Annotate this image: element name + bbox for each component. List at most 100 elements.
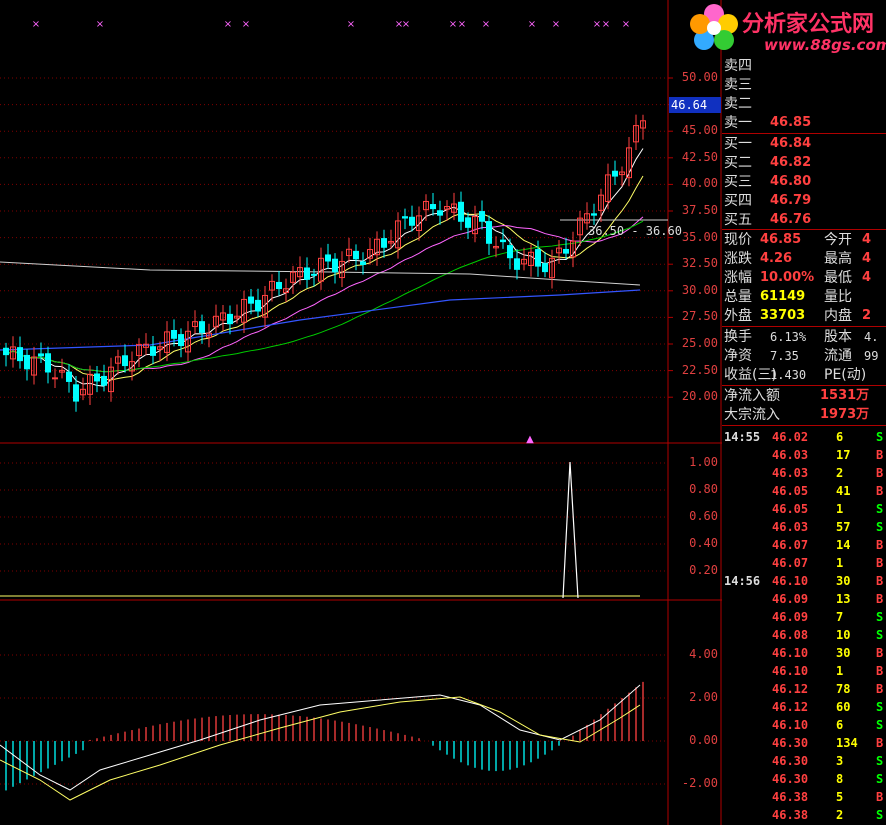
tick-volume: 1 — [836, 664, 844, 678]
tick-price: 46.10 — [772, 718, 809, 732]
stat-label: 外盘 — [724, 308, 752, 324]
signal-x-marker: × — [96, 19, 104, 30]
candle-body — [542, 263, 548, 273]
tick-price: 46.02 — [772, 430, 809, 444]
candle-body — [458, 201, 464, 222]
stat-value: 4 — [862, 232, 872, 247]
candle-body — [360, 261, 366, 265]
candle-body — [311, 273, 317, 276]
tick-side: B — [876, 484, 884, 498]
stat-label: 流通 — [824, 348, 852, 364]
tick-price: 46.10 — [772, 664, 809, 678]
tick-price: 46.07 — [772, 556, 809, 570]
tick-volume: 41 — [836, 484, 851, 498]
candle-body — [514, 258, 520, 270]
logo-title: 分析家公式网 — [742, 12, 875, 37]
tick-side: S — [876, 628, 884, 642]
quote-separator — [722, 229, 886, 230]
tick-volume: 5 — [836, 790, 844, 804]
signal-x-marker: × — [482, 19, 490, 30]
sell-level-label: 卖一 — [724, 115, 752, 131]
buy-level-price: 46.76 — [770, 212, 812, 227]
stat-label: 收益(三) — [724, 367, 777, 383]
macd-tick-label: 4.00 — [689, 647, 718, 661]
stat-value: 6.13% — [770, 330, 807, 344]
candle-body — [479, 211, 485, 222]
signal-x-marker: × — [224, 19, 232, 30]
candle-body — [150, 346, 156, 356]
tick-price: 46.05 — [772, 484, 809, 498]
candle-body — [73, 384, 79, 402]
tick-side: B — [876, 538, 884, 552]
tick-volume: 17 — [836, 448, 851, 462]
stat-label: 总量 — [724, 289, 752, 305]
candle-body — [52, 377, 58, 380]
tick-price: 46.10 — [772, 574, 809, 588]
price-tick-label: 37.50 — [681, 203, 718, 217]
price-tick-label: 25.00 — [681, 336, 718, 350]
buy-level-price: 46.79 — [770, 193, 812, 208]
tick-volume: 8 — [836, 772, 844, 786]
signal-spike — [562, 461, 579, 599]
stock-chart[interactable]: × × × × × ×× × × × × × × × ×▲ — [0, 0, 722, 825]
sell-level-label: 卖四 — [724, 58, 752, 74]
tick-price: 46.10 — [772, 646, 809, 660]
macd-tick-label: 0.00 — [689, 733, 718, 747]
stat-value: 46.85 — [760, 232, 802, 247]
candle-body — [122, 355, 128, 367]
tick-volume: 2 — [836, 466, 844, 480]
tick-price: 46.09 — [772, 610, 809, 624]
quote-separator — [722, 425, 886, 426]
tick-price: 46.03 — [772, 448, 809, 462]
tick-volume: 10 — [836, 628, 851, 642]
sell-level-price: 46.85 — [770, 115, 812, 130]
price-tick-label: 27.50 — [681, 309, 718, 324]
signal-x-marker: × — [458, 19, 466, 30]
stat-value: 10.00% — [760, 270, 815, 285]
price-tick-label: 50.00 — [681, 70, 718, 84]
tick-price: 46.08 — [772, 628, 809, 642]
candle-body — [402, 216, 408, 219]
buy-level-label: 买四 — [724, 193, 752, 209]
indicator-tick-label: 0.80 — [689, 482, 718, 496]
tick-side: S — [876, 520, 884, 534]
buy-level-label: 买三 — [724, 174, 752, 190]
macd-panel — [0, 681, 644, 801]
candle-body — [507, 245, 513, 259]
signal-indicator-panel — [0, 461, 640, 599]
signal-x-marker: × — [449, 19, 457, 30]
macd-tick-label: 2.00 — [689, 690, 718, 704]
candle-body — [255, 299, 261, 312]
stat-label: 股本 — [824, 329, 852, 345]
candle-body — [563, 248, 569, 254]
tick-price: 46.07 — [772, 538, 809, 552]
tick-volume: 13 — [836, 592, 851, 606]
flow-value: 1531万 — [820, 388, 870, 403]
tick-volume: 30 — [836, 574, 851, 588]
buy-level-label: 买五 — [724, 212, 752, 228]
indicator-tick-label: 0.40 — [689, 536, 718, 550]
candlesticks — [3, 114, 646, 412]
tick-side: B — [876, 574, 884, 588]
price-tick-label: 22.50 — [681, 362, 718, 377]
candle-body — [101, 375, 107, 386]
price-tick-label: 30.00 — [681, 282, 718, 297]
tick-price: 46.03 — [772, 520, 809, 534]
tick-side: S — [876, 754, 884, 768]
candle-body — [332, 258, 338, 273]
stat-value: 4 — [862, 270, 872, 285]
indicator-tick-label: 1.00 — [689, 455, 718, 469]
quote-separator — [722, 133, 886, 134]
stat-label: 换手 — [724, 329, 752, 345]
candle-body — [500, 239, 506, 243]
stat-label: 量比 — [824, 289, 852, 305]
tick-price: 46.38 — [772, 790, 809, 804]
stat-value: 61149 — [760, 289, 806, 304]
flow-label: 大宗流入 — [724, 407, 780, 423]
range-label: 36.50 - 36.60 — [588, 224, 682, 238]
indicator-tick-label: 0.60 — [689, 509, 718, 523]
candle-body — [612, 170, 618, 177]
price-tick-label: 42.50 — [681, 149, 718, 164]
candle-body — [381, 238, 387, 248]
candle-body — [325, 254, 331, 262]
